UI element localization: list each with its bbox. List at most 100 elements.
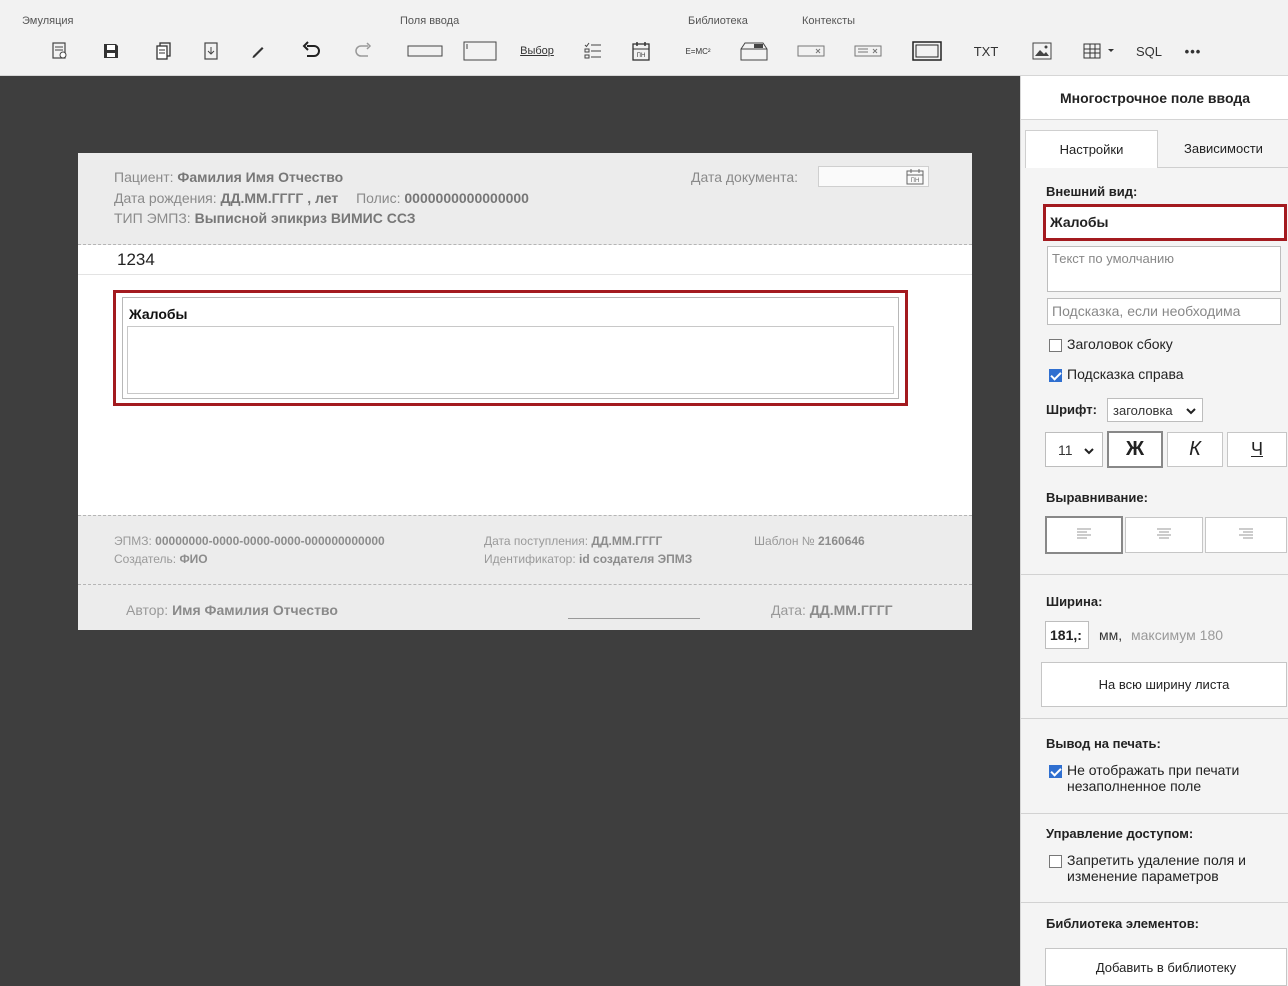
bold-button[interactable]: Ж — [1107, 431, 1163, 468]
title-input[interactable]: Жалобы — [1043, 204, 1287, 241]
type-label: ТИП ЭМПЗ: — [114, 210, 191, 226]
creator-line: Создатель: ФИО — [114, 552, 208, 566]
single-line-field-icon[interactable] — [405, 33, 445, 69]
type-line: ТИП ЭМПЗ: Выписной эпикриз ВИМИС ССЗ — [114, 210, 416, 226]
add-to-library-button[interactable]: Добавить в библиотеку — [1045, 948, 1287, 986]
patient-label: Пациент: — [114, 169, 174, 185]
signature-line — [568, 618, 700, 619]
image-icon[interactable] — [1028, 33, 1056, 69]
txt-button[interactable]: TXT — [968, 33, 1004, 69]
preview-icon[interactable] — [46, 33, 74, 69]
creator-label: Создатель: — [114, 552, 177, 566]
print-checkbox-label: Не отображать при печати незаполненное п… — [1067, 762, 1239, 794]
redo-icon[interactable] — [350, 33, 378, 69]
access-title: Управление доступом: — [1046, 826, 1194, 841]
received-label: Дата поступления: — [484, 534, 589, 548]
align-left-icon — [1076, 527, 1092, 544]
identifier-line: Идентификатор: id создателя ЭПМЗ — [484, 552, 692, 566]
tab-dependencies[interactable]: Зависимости — [1158, 130, 1288, 168]
print-checkbox[interactable] — [1049, 765, 1062, 778]
hint-right-checkbox-row[interactable]: Подсказка справа — [1049, 366, 1184, 382]
font-label: Шрифт: — [1046, 402, 1097, 417]
undo-icon[interactable] — [297, 33, 325, 69]
checklist-icon[interactable] — [580, 33, 606, 69]
font-select-value: заголовка — [1113, 402, 1173, 418]
hint-right-label: Подсказка справа — [1067, 366, 1184, 382]
download-icon[interactable] — [197, 33, 225, 69]
identifier-label: Идентификатор: — [484, 552, 576, 566]
complaints-field[interactable]: Жалобы — [122, 297, 899, 399]
calendar-icon-text: ПН — [911, 178, 920, 184]
side-title-checkbox[interactable] — [1049, 339, 1062, 352]
width-max: максимум 180 — [1131, 627, 1224, 643]
formula-button[interactable]: E=MC² — [680, 33, 716, 69]
document-header: Пациент: Фамилия Имя Отчество Дата рожде… — [78, 153, 972, 245]
context-list-icon[interactable] — [852, 33, 884, 69]
full-width-button[interactable]: На всю ширину листа — [1041, 662, 1287, 707]
complaints-textarea[interactable] — [127, 326, 894, 394]
tab-settings[interactable]: Настройки — [1025, 130, 1158, 168]
copy-icon[interactable] — [150, 33, 178, 69]
library-block-icon[interactable] — [738, 33, 770, 69]
complaints-field-label: Жалобы — [129, 306, 188, 322]
calendar-icon[interactable]: ПН — [628, 33, 654, 69]
print-checkbox-row[interactable]: Не отображать при печати незаполненное п… — [1049, 762, 1239, 794]
align-center-button[interactable] — [1125, 517, 1203, 553]
chevron-down-icon — [1084, 442, 1094, 458]
multi-line-field-icon[interactable] — [460, 33, 500, 69]
date-label: Дата: — [771, 602, 806, 618]
pen-icon[interactable] — [244, 33, 272, 69]
save-icon[interactable] — [97, 33, 125, 69]
group-label-contexts: Контексты — [802, 15, 856, 27]
sql-button[interactable]: SQL — [1131, 33, 1167, 69]
group-label-input-fields: Поля ввода — [400, 15, 460, 27]
document-page: Пациент: Фамилия Имя Отчество Дата рожде… — [78, 153, 972, 630]
empz-value: 00000000-0000-0000-0000-000000000000 — [155, 534, 385, 548]
select-field-button[interactable]: Выбор — [513, 33, 561, 69]
access-checkbox-row[interactable]: Запретить удаление поля и изменение пара… — [1049, 852, 1246, 884]
italic-button[interactable]: К — [1167, 432, 1223, 467]
width-title: Ширина: — [1046, 594, 1103, 609]
toolbar: Эмуляция Поля ввода Библиотека Контексты… — [0, 0, 1288, 76]
document-number: 1234 — [117, 250, 155, 269]
patient-line: Пациент: Фамилия Имя Отчество — [114, 169, 343, 185]
frame-icon[interactable] — [910, 33, 944, 69]
complaints-field-highlight[interactable]: Жалобы — [113, 290, 908, 406]
calendar-icon[interactable]: ПН — [906, 169, 924, 190]
width-input[interactable]: 181,: — [1045, 621, 1089, 649]
template-value: 2160646 — [818, 534, 865, 548]
default-text-textarea[interactable]: Текст по умолчанию — [1047, 246, 1281, 292]
context-field-icon[interactable] — [795, 33, 827, 69]
received-value: ДД.ММ.ГГГГ — [591, 534, 663, 548]
received-line: Дата поступления: ДД.ММ.ГГГГ — [484, 534, 662, 548]
panel-divider — [1021, 574, 1288, 575]
font-size-select[interactable]: 11 — [1045, 432, 1103, 467]
group-label-emulation: Эмуляция — [22, 15, 74, 27]
author-value: Имя Фамилия Отчество — [172, 602, 338, 618]
access-checkbox[interactable] — [1049, 855, 1062, 868]
align-right-icon — [1238, 527, 1254, 544]
panel-divider — [1021, 718, 1288, 719]
table-icon[interactable] — [1080, 33, 1122, 69]
workspace: Пациент: Фамилия Имя Отчество Дата рожде… — [8, 76, 1020, 986]
identifier-value: id создателя ЭПМЗ — [579, 552, 693, 566]
group-label-library: Библиотека — [688, 15, 748, 27]
hint-input[interactable]: Подсказка, если необходима — [1047, 298, 1281, 325]
font-select[interactable]: заголовка — [1107, 398, 1203, 422]
side-title-checkbox-row[interactable]: Заголовок сбоку — [1049, 336, 1173, 352]
align-right-button[interactable] — [1205, 517, 1287, 553]
panel-title: Многострочное поле ввода — [1021, 76, 1288, 120]
access-checkbox-label: Запретить удаление поля и изменение пара… — [1067, 852, 1246, 884]
underline-button[interactable]: Ч — [1227, 432, 1287, 467]
align-left-button[interactable] — [1045, 516, 1123, 554]
print-checkbox-line2: незаполненное поле — [1067, 778, 1202, 794]
hint-right-checkbox[interactable] — [1049, 369, 1062, 382]
side-title-label: Заголовок сбоку — [1067, 336, 1173, 352]
more-button[interactable]: ••• — [1176, 33, 1210, 69]
footer-divider — [78, 584, 972, 585]
birth-value: ДД.ММ.ГГГГ , лет — [220, 190, 339, 206]
date-document-input[interactable]: ПН — [818, 166, 929, 187]
svg-text:ПН: ПН — [637, 53, 646, 59]
font-size-value: 11 — [1058, 441, 1073, 458]
library-title: Библиотека элементов: — [1046, 916, 1200, 931]
